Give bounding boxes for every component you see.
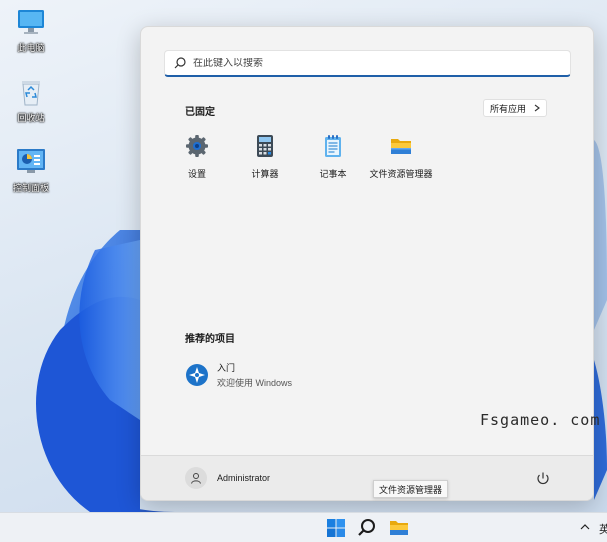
computer-icon — [15, 6, 47, 38]
desktop-icon-recycle-bin[interactable]: 回收站 — [6, 76, 56, 124]
desktop-icon-this-pc[interactable]: 此电脑 — [6, 6, 56, 54]
watermark-text: Fsgameo. com — [480, 411, 601, 429]
pinned-app-label: 计算器 — [251, 169, 279, 179]
pinned-app-label: 记事本 — [319, 169, 347, 179]
recommended-item-subtitle: 欢迎使用 Windows — [217, 378, 293, 388]
settings-gear-icon — [186, 135, 208, 157]
recycle-bin-icon — [15, 76, 47, 108]
folder-icon — [391, 139, 411, 154]
search-icon — [174, 57, 186, 69]
start-menu: 已固定 所有应用 设置 — [140, 26, 594, 501]
windows-start-icon[interactable] — [325, 517, 347, 539]
pinned-app-calculator[interactable]: 计算器 — [230, 134, 300, 180]
user-icon — [191, 473, 201, 484]
all-apps-button[interactable]: 所有应用 — [482, 99, 547, 117]
recommended-item-title: 入门 — [217, 363, 236, 373]
search-icon[interactable] — [356, 517, 378, 539]
user-account-button[interactable]: Administrator — [185, 467, 270, 489]
power-icon[interactable] — [534, 470, 552, 488]
tray-chevron-up-icon[interactable] — [580, 522, 590, 533]
chevron-right-icon — [534, 104, 540, 112]
control-panel-icon — [15, 146, 47, 178]
get-started-icon — [186, 364, 208, 386]
pinned-app-label: 文件资源管理器 — [369, 169, 433, 179]
calculator-icon — [257, 135, 273, 157]
user-name: Administrator — [217, 473, 271, 483]
search-input[interactable] — [193, 57, 553, 69]
pinned-app-settings[interactable]: 设置 — [162, 134, 232, 180]
folder-icon[interactable] — [388, 517, 410, 539]
pinned-app-label: 设置 — [187, 169, 206, 179]
recommended-item-get-started[interactable]: 入门 欢迎使用 Windows — [185, 361, 292, 389]
pinned-section-title: 已固定 — [185, 107, 215, 118]
desktop-icon-label: 控制面板 — [12, 183, 49, 193]
all-apps-label: 所有应用 — [489, 103, 526, 114]
taskbar: 英 — [0, 512, 607, 542]
desktop-icon-control-panel[interactable]: 控制面板 — [6, 146, 56, 194]
recommended-section-title: 推荐的项目 — [185, 334, 235, 345]
start-menu-footer: Administrator — [141, 455, 593, 500]
desktop-icon-label: 回收站 — [17, 113, 45, 123]
pinned-app-notepad[interactable]: 记事本 — [298, 134, 368, 180]
pinned-app-file-explorer[interactable]: 文件资源管理器 — [366, 134, 436, 180]
notepad-icon — [325, 135, 341, 157]
tooltip: 文件资源管理器 — [373, 480, 449, 498]
avatar — [185, 467, 207, 489]
desktop-icon-label: 此电脑 — [17, 43, 45, 53]
input-language-indicator[interactable]: 英 — [599, 521, 607, 537]
search-box[interactable] — [164, 50, 571, 77]
